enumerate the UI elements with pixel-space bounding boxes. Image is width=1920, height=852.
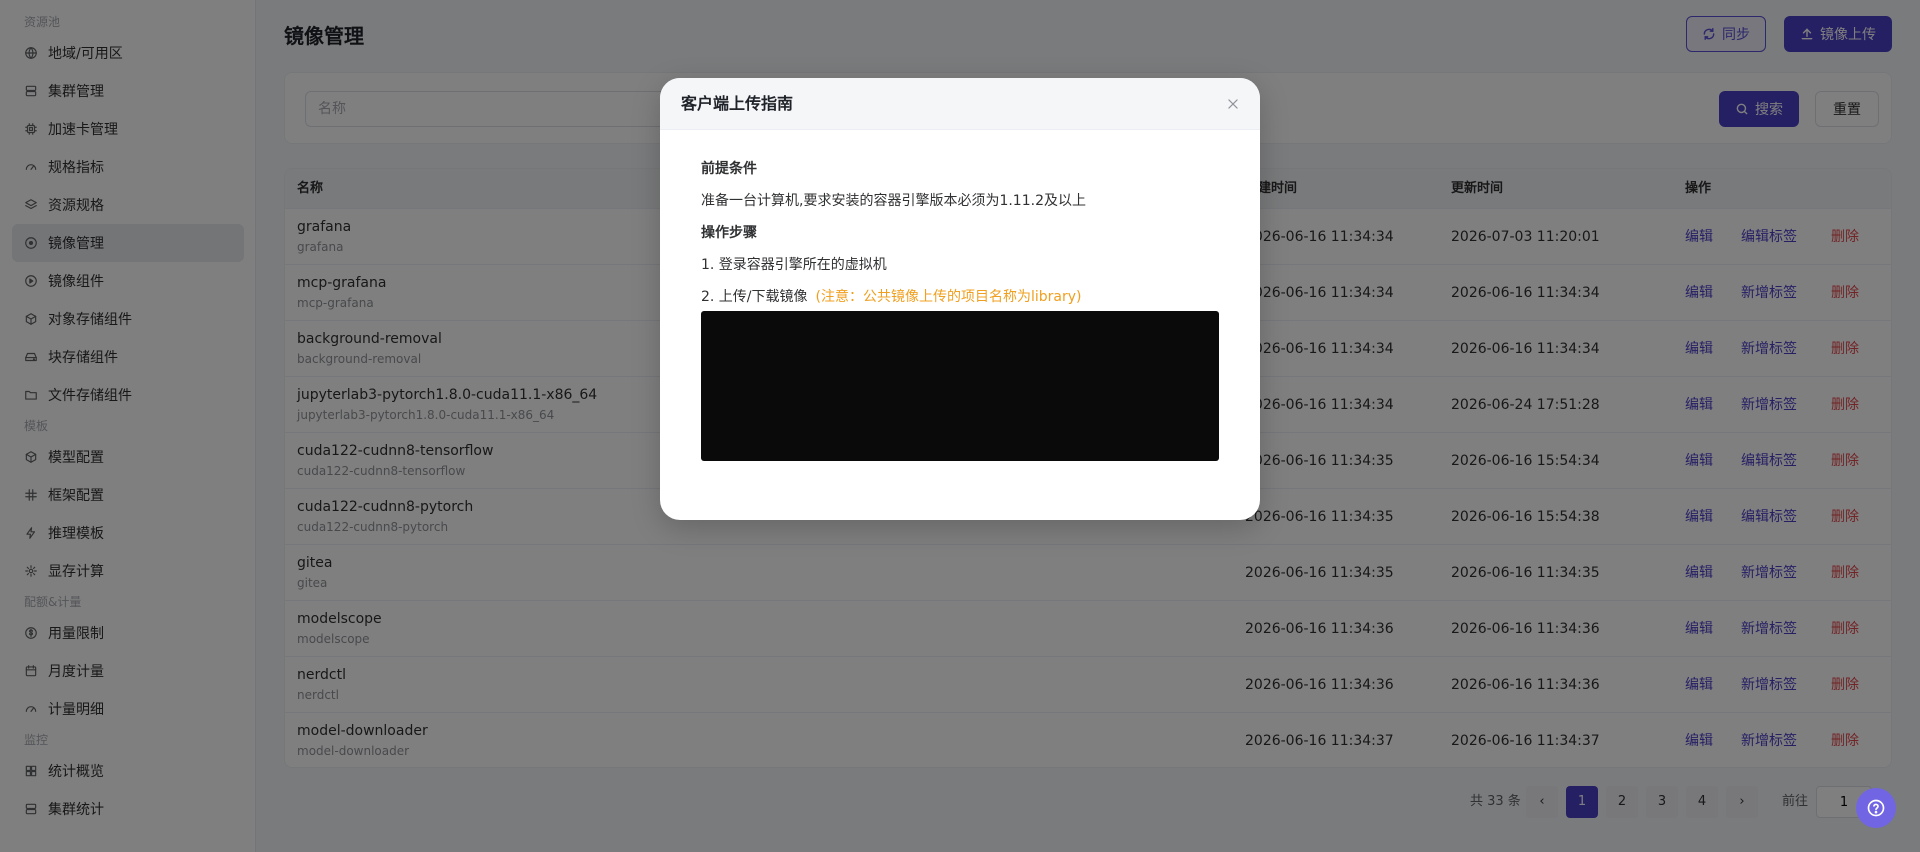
command-code-block xyxy=(701,311,1219,461)
close-button[interactable] xyxy=(1224,95,1242,113)
close-icon xyxy=(1228,99,1238,109)
dialog-header: 客户端上传指南 xyxy=(660,78,1260,130)
step-1-text: 1. 登录容器引擎所在的虚拟机 xyxy=(701,257,887,273)
help-icon xyxy=(1867,799,1885,817)
dialog-title: 客户端上传指南 xyxy=(681,94,794,113)
step-2-text: 2. 上传/下载镜像 xyxy=(701,289,808,305)
prereq-heading: 前提条件 xyxy=(701,161,757,177)
step-2-note: (注意：公共镜像上传的项目名称为library) xyxy=(815,289,1082,305)
step-2-line: 2. 上传/下载镜像 (注意：公共镜像上传的项目名称为library) xyxy=(701,286,1082,306)
help-button[interactable] xyxy=(1856,788,1896,828)
upload-guide-dialog: 客户端上传指南 前提条件 准备一台计算机,要求安装的容器引擎版本必须为1.11.… xyxy=(660,78,1260,520)
steps-heading: 操作步骤 xyxy=(701,225,757,241)
prereq-text: 准备一台计算机,要求安装的容器引擎版本必须为1.11.2及以上 xyxy=(701,193,1086,209)
